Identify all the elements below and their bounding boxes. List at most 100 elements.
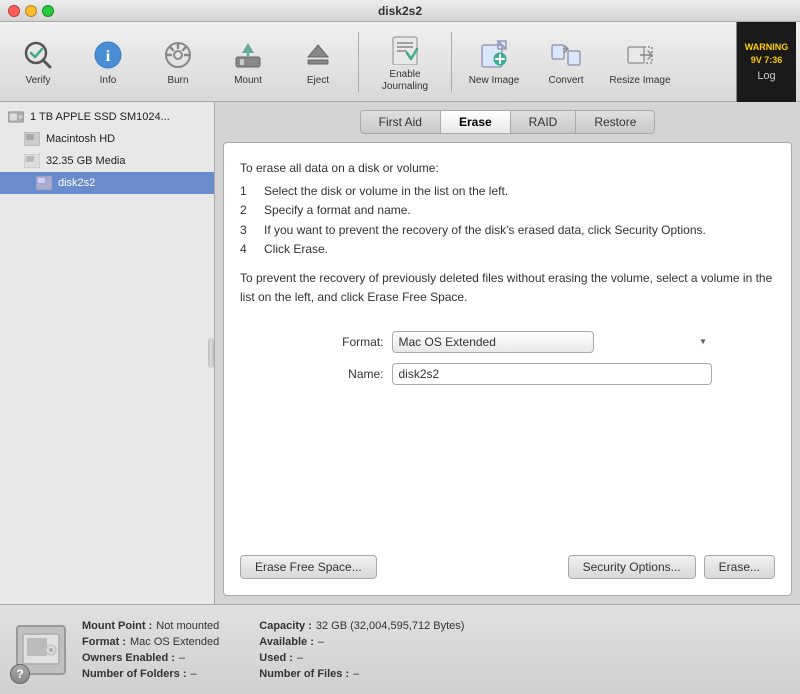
mount-point-val: Not mounted	[156, 620, 219, 632]
verify-label: Verify	[25, 75, 50, 87]
status-owners-row: Owners Enabled : –	[82, 652, 219, 664]
main-area: 1 TB APPLE SSD SM1024... Macintosh HD 32…	[0, 102, 800, 604]
erase-button[interactable]: Erase...	[704, 555, 775, 579]
media-disk-icon	[24, 153, 40, 169]
eject-label: Eject	[307, 75, 329, 87]
instruction-line-4: 4Click Erase.	[240, 240, 775, 259]
right-buttons: Security Options... Erase...	[568, 555, 775, 579]
status-files-row: Number of Files : –	[259, 668, 464, 680]
close-button[interactable]	[8, 5, 20, 17]
toolbar-info[interactable]: i Info	[74, 26, 142, 98]
toolbar-enable-journaling[interactable]: Enable Journaling	[365, 26, 445, 98]
sidebar-item-macintosh-hd[interactable]: Macintosh HD	[0, 128, 214, 150]
status-available-row: Available : –	[259, 636, 464, 648]
sidebar-item-ssd[interactable]: 1 TB APPLE SSD SM1024...	[0, 106, 214, 128]
format-select[interactable]: Mac OS Extended Mac OS Extended (Journal…	[392, 331, 594, 353]
tab-erase[interactable]: Erase	[441, 110, 511, 134]
burn-label: Burn	[167, 75, 188, 87]
instruction-line-1: 1Select the disk or volume in the list o…	[240, 182, 775, 201]
macintosh-hd-icon	[24, 131, 40, 147]
toolbar-convert[interactable]: Convert	[532, 26, 600, 98]
ssd-label: 1 TB APPLE SSD SM1024...	[30, 111, 170, 123]
log-label: Log	[757, 70, 775, 82]
title-bar: disk2s2	[0, 0, 800, 22]
erase-panel: To erase all data on a disk or volume: 1…	[223, 142, 792, 596]
toolbar-burn[interactable]: Burn	[144, 26, 212, 98]
window-title: disk2s2	[378, 4, 422, 18]
toolbar-verify[interactable]: Verify	[4, 26, 72, 98]
mount-label: Mount	[234, 75, 262, 87]
minimize-button[interactable]	[25, 5, 37, 17]
owners-key: Owners Enabled :	[82, 652, 175, 664]
tab-raid[interactable]: RAID	[511, 110, 577, 134]
disk2s2-label: disk2s2	[58, 177, 95, 189]
name-input[interactable]	[392, 363, 712, 385]
log-warning: WARNING 9V 7:36	[745, 41, 789, 66]
tab-bar: First Aid Erase RAID Restore	[223, 110, 792, 134]
used-val: –	[297, 652, 303, 664]
toolbar-mount[interactable]: Mount	[214, 26, 282, 98]
owners-val: –	[179, 652, 185, 664]
media-label: 32.35 GB Media	[46, 155, 126, 167]
ssd-disk-icon	[8, 109, 24, 125]
used-key: Used :	[259, 652, 293, 664]
status-right-col: Capacity : 32 GB (32,004,595,712 Bytes) …	[259, 620, 464, 680]
status-format-row: Format : Mac OS Extended	[82, 636, 219, 648]
svg-text:i: i	[106, 48, 111, 65]
format-val: Mac OS Extended	[130, 636, 219, 648]
tab-restore[interactable]: Restore	[576, 110, 655, 134]
toolbar-separator-2	[451, 32, 452, 92]
sidebar-item-disk2s2[interactable]: disk2s2	[0, 172, 214, 194]
instruction-line-5: To prevent the recovery of previously de…	[240, 269, 775, 307]
panel-spacer	[240, 385, 775, 547]
window-controls[interactable]	[8, 5, 54, 17]
journaling-icon	[387, 31, 423, 67]
convert-label: Convert	[548, 75, 583, 87]
info-label: Info	[100, 75, 117, 87]
files-val: –	[353, 668, 359, 680]
tab-first-aid[interactable]: First Aid	[360, 110, 441, 134]
capacity-key: Capacity :	[259, 620, 312, 632]
security-options-button[interactable]: Security Options...	[568, 555, 696, 579]
format-select-wrapper: Mac OS Extended Mac OS Extended (Journal…	[392, 331, 712, 353]
format-key: Format :	[82, 636, 126, 648]
help-button-area: ?	[10, 664, 30, 684]
status-capacity-row: Capacity : 32 GB (32,004,595,712 Bytes)	[259, 620, 464, 632]
instruction-line-3: 3If you want to prevent the recovery of …	[240, 221, 775, 240]
status-folders-row: Number of Folders : –	[82, 668, 219, 680]
new-image-label: New Image	[469, 75, 520, 87]
status-left-col: Mount Point : Not mounted Format : Mac O…	[82, 620, 219, 680]
folders-val: –	[191, 668, 197, 680]
format-row: Format: Mac OS Extended Mac OS Extended …	[240, 331, 775, 353]
sidebar-resize-handle[interactable]	[208, 338, 214, 368]
toolbar-new-image[interactable]: New Image	[458, 26, 530, 98]
available-key: Available :	[259, 636, 314, 648]
files-key: Number of Files :	[259, 668, 349, 680]
resize-icon	[622, 37, 658, 73]
available-val: –	[318, 636, 324, 648]
content-area: First Aid Erase RAID Restore To erase al…	[215, 102, 800, 604]
capacity-val: 32 GB (32,004,595,712 Bytes)	[316, 620, 465, 632]
sidebar-item-media[interactable]: 32.35 GB Media	[0, 150, 214, 172]
name-label: Name:	[304, 367, 384, 381]
toolbar-resize-image[interactable]: Resize Image	[602, 26, 678, 98]
journaling-label: Enable Journaling	[369, 69, 441, 93]
mount-icon	[230, 37, 266, 73]
status-bar: Mount Point : Not mounted Format : Mac O…	[0, 604, 800, 694]
info-icon: i	[90, 37, 126, 73]
format-label: Format:	[304, 335, 384, 349]
mount-point-key: Mount Point :	[82, 620, 152, 632]
panel-buttons: Erase Free Space... Security Options... …	[240, 555, 775, 579]
instruction-line-0: To erase all data on a disk or volume:	[240, 159, 775, 178]
disk2s2-icon	[36, 175, 52, 191]
maximize-button[interactable]	[42, 5, 54, 17]
help-button[interactable]: ?	[10, 664, 30, 684]
toolbar-separator-1	[358, 32, 359, 92]
toolbar-eject[interactable]: Eject	[284, 26, 352, 98]
status-used-row: Used : –	[259, 652, 464, 664]
log-button[interactable]: WARNING 9V 7:36 Log	[736, 22, 796, 102]
erase-instructions: To erase all data on a disk or volume: 1…	[240, 159, 775, 311]
erase-free-space-button[interactable]: Erase Free Space...	[240, 555, 377, 579]
verify-icon	[20, 37, 56, 73]
toolbar: Verify i Info Burn	[0, 22, 800, 102]
